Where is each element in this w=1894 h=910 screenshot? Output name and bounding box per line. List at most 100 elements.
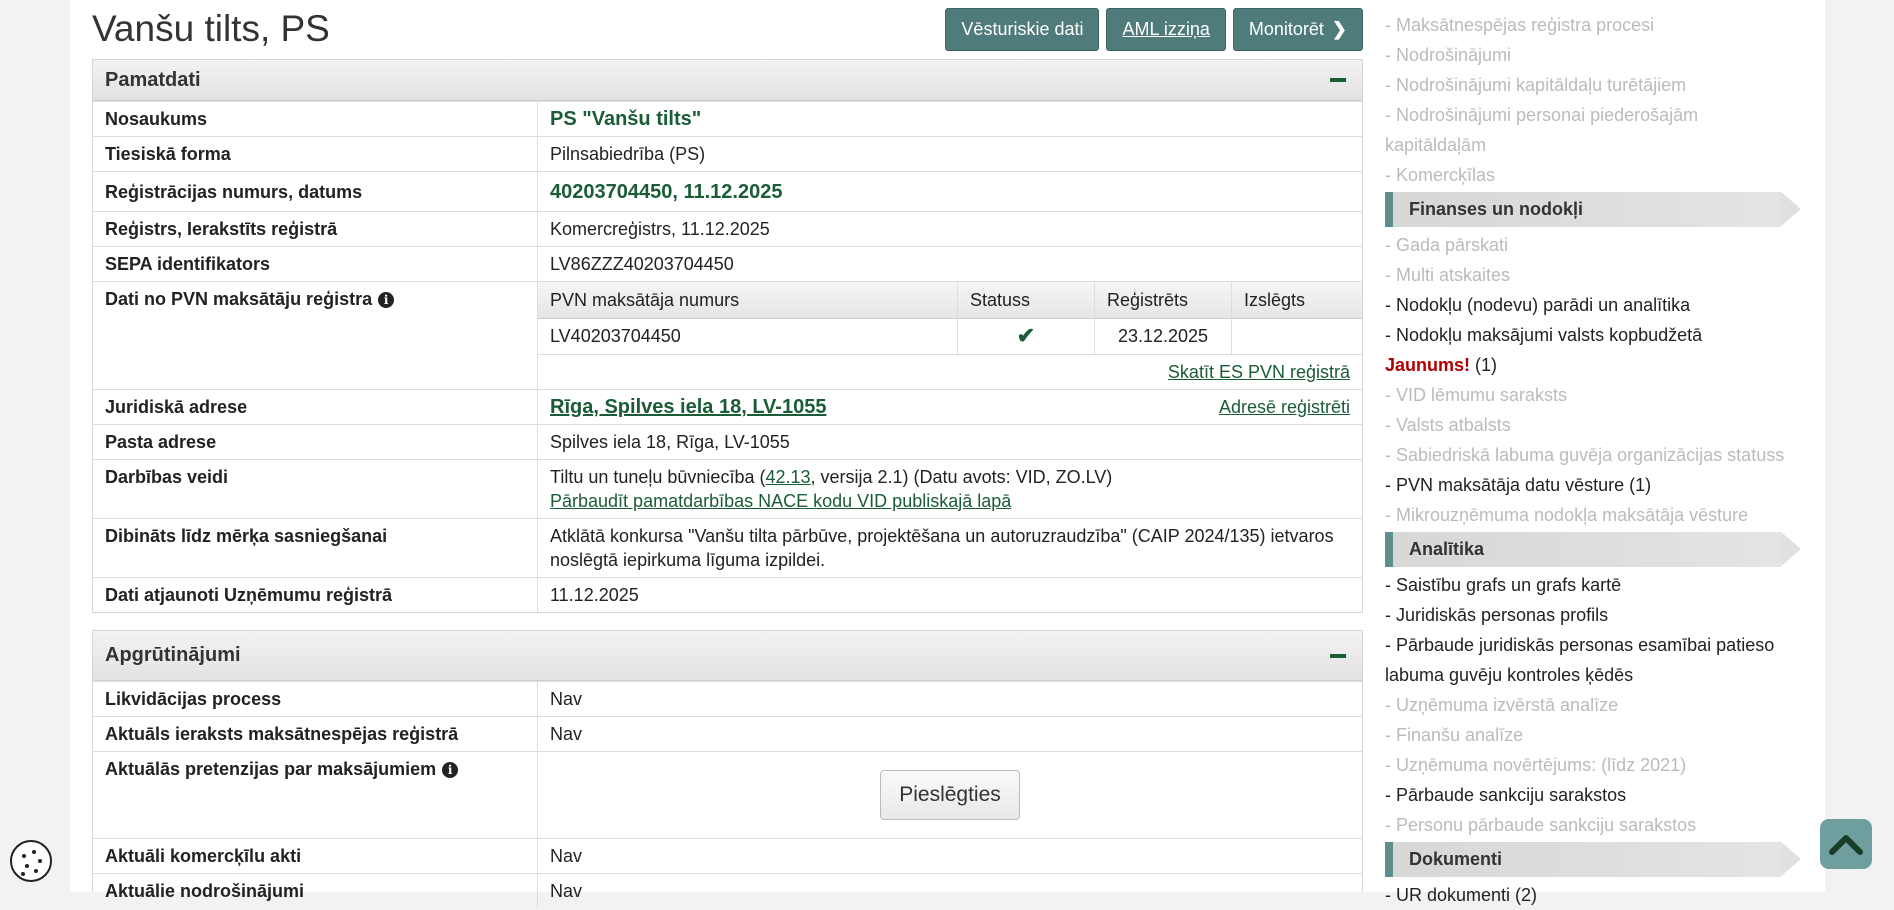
table-row: Dati atjaunoti Uzņēmumu reģistrā 11.12.2…	[93, 577, 1362, 612]
sidebar-item[interactable]: - Nodokļu maksājumi valsts kopbudžetā	[1385, 320, 1800, 350]
sidebar-item[interactable]: - Gada pārskati	[1385, 230, 1800, 260]
chevron-right-icon: ❯	[1331, 19, 1347, 39]
form-value: Pilnsabiedrība (PS)	[537, 136, 1362, 172]
vat-col-number: PVN maksātāja numurs	[538, 282, 958, 319]
eu-vat-link[interactable]: Skatīt ES PVN reģistrā	[1168, 362, 1350, 382]
sidebar-item[interactable]: - Nodrošinājumi kapitāldaļu turētājiem	[1385, 70, 1800, 100]
reg-value: 40203704450, 11.12.2025	[550, 181, 783, 203]
sidebar-item[interactable]: - Juridiskās personas profils	[1385, 600, 1800, 630]
new-count: (1)	[1475, 355, 1498, 375]
collapse-icon[interactable]	[1330, 78, 1346, 82]
activity-label: Darbības veidi	[93, 459, 538, 519]
vat-col-status: Statuss	[957, 282, 1095, 319]
collapse-icon[interactable]	[1330, 653, 1346, 658]
vat-label: Dati no PVN maksātāju reģistra	[105, 289, 373, 309]
vat-col-excluded: Izslēgts	[1231, 282, 1362, 319]
table-row: Reģistrs, Ierakstīts reģistrā Komercreģi…	[93, 211, 1362, 247]
top-buttons: Vēsturiskie dati AML izziņa Monitorēt ❯	[945, 8, 1363, 51]
table-row: Aktuāls ieraksts maksātnespējas reģistrā…	[93, 716, 1362, 752]
table-row: Dibināts līdz mērķa sasniegšanai Atklātā…	[93, 518, 1362, 578]
sidebar-item[interactable]: - Pārbaude sankciju sarakstos	[1385, 780, 1800, 810]
sepa-value: LV86ZZZ40203704450	[537, 246, 1362, 282]
connect-button[interactable]: Pieslēgties	[880, 770, 1020, 820]
purpose-label: Dibināts līdz mērķa sasniegšanai	[93, 518, 538, 578]
aml-button[interactable]: AML izziņa	[1106, 8, 1226, 51]
pamatdati-header[interactable]: Pamatdati	[93, 60, 1362, 101]
sidebar-item[interactable]: - Nodrošinājumi personai piederošajām ka…	[1385, 100, 1800, 160]
pamatdati-heading: Pamatdati	[105, 68, 201, 91]
sidebar-item[interactable]: - Personu pārbaude sankciju sarakstos	[1385, 810, 1800, 840]
table-row: Juridiskā adrese Rīga, Spilves iela 18, …	[93, 389, 1362, 425]
table-row: Reģistrācijas numurs, datums 40203704450…	[93, 171, 1362, 212]
postal-value: Spilves iela 18, Rīga, LV-1055	[537, 424, 1362, 460]
activity-text-post: , versija 2.1) (Datu avots: VID, ZO.LV)	[810, 467, 1113, 487]
pamatdati-panel: Pamatdati Nosaukums PS "Vanšu tilts" Tie…	[92, 59, 1363, 613]
updated-value: 11.12.2025	[537, 577, 1362, 612]
cookie-settings-icon[interactable]	[10, 840, 52, 882]
reg-label: Reģistrācijas numurs, datums	[93, 171, 538, 212]
registry-value: Komercreģistrs, 11.12.2025	[537, 211, 1362, 247]
encumbrances-heading: Apgrūtinājumi	[105, 644, 241, 666]
table-row: Pasta adrese Spilves iela 18, Rīga, LV-1…	[93, 424, 1362, 460]
info-icon[interactable]: i	[378, 292, 395, 308]
table-row: SEPA identifikators LV86ZZZ40203704450	[93, 246, 1362, 282]
sidebar-item[interactable]: - Multi atskaites	[1385, 260, 1800, 290]
main-content: Vanšu tilts, PS Vēsturiskie dati AML izz…	[92, 0, 1363, 908]
analytics-heading: Analītika	[1385, 532, 1801, 567]
sidebar-item[interactable]: - Uzņēmuma izvērstā analīze	[1385, 690, 1800, 720]
insolv-value: Nav	[537, 716, 1362, 752]
sidebar-item[interactable]: - Sabiedriskā labuma guvēja organizācija…	[1385, 440, 1800, 470]
vat-row: LV40203704450 ✔ 23.12.2025	[538, 318, 1362, 355]
secur-value: Nav	[537, 873, 1362, 908]
encumbrances-header[interactable]: Apgrūtinājumi	[93, 631, 1362, 681]
sidebar-item[interactable]: - Mikrouzņēmuma nodokļa maksātāja vēstur…	[1385, 500, 1800, 530]
pledge-label: Aktuāli komercķīlu akti	[93, 838, 538, 874]
finance-heading: Finanses un nodokļi	[1385, 192, 1801, 227]
liq-label: Likvidācijas process	[93, 681, 538, 717]
info-icon[interactable]: i	[442, 762, 459, 778]
sidebar-item[interactable]: - Finanšu analīze	[1385, 720, 1800, 750]
address-registered-link[interactable]: Adresē reģistrēti	[1219, 395, 1350, 419]
registry-label: Reģistrs, Ierakstīts reģistrā	[93, 211, 538, 247]
encumbrances-panel: Apgrūtinājumi Likvidācijas process Nav A…	[92, 630, 1363, 908]
table-row: Likvidācijas process Nav	[93, 681, 1362, 717]
activity-text: Tiltu un tuneļu būvniecība (	[550, 467, 766, 487]
history-button[interactable]: Vēsturiskie dati	[945, 8, 1100, 51]
docs-heading: Dokumenti	[1385, 842, 1801, 877]
sidebar-item[interactable]: - Komercķīlas	[1385, 160, 1800, 190]
sidebar-item[interactable]: - Uzņēmuma novērtējums: (līdz 2021)	[1385, 750, 1800, 780]
address-link[interactable]: Rīga, Spilves iela 18, LV-1055	[550, 396, 826, 418]
sidebar-item[interactable]: - Maksātnespējas reģistra procesi	[1385, 10, 1800, 40]
postal-label: Pasta adrese	[93, 424, 538, 460]
sidebar-item[interactable]: - VID lēmumu saraksts	[1385, 380, 1800, 410]
sidebar-item[interactable]: - UR dokumenti (2)	[1385, 880, 1800, 910]
chevron-up-icon	[1829, 835, 1863, 855]
scroll-to-top-button[interactable]	[1820, 819, 1872, 869]
table-row: Tiesiskā forma Pilnsabiedrība (PS)	[93, 136, 1362, 172]
sidebar-item[interactable]: - Nodokļu (nodevu) parādi un analītika	[1385, 290, 1800, 320]
monitor-button[interactable]: Monitorēt ❯	[1232, 8, 1363, 51]
nace-code-link[interactable]: 42.13	[765, 467, 810, 487]
sidebar-item[interactable]: - PVN maksātāja datu vēsture (1)	[1385, 470, 1800, 500]
sidebar-item-new[interactable]: Jaunums! (1)	[1385, 350, 1800, 380]
insolv-label: Aktuāls ieraksts maksātnespējas reģistrā	[93, 716, 538, 752]
monitor-button-label: Monitorēt	[1248, 19, 1324, 39]
sidebar-item[interactable]: - Pārbaude juridiskās personas esamībai …	[1385, 630, 1800, 690]
new-badge: Jaunums!	[1385, 355, 1471, 375]
sidebar-item[interactable]: - Saistību grafs un grafs kartē	[1385, 570, 1800, 600]
page-title: Vanšu tilts, PS	[92, 8, 330, 49]
aml-button-label: AML izziņa	[1122, 19, 1210, 39]
vat-excluded	[1231, 318, 1362, 355]
vat-table: PVN maksātāja numurs Statuss Reģistrēts …	[538, 282, 1362, 389]
sidebar-item[interactable]: - Nodrošinājumi	[1385, 40, 1800, 70]
table-row: Nosaukums PS "Vanšu tilts"	[93, 101, 1362, 137]
liq-value: Nav	[537, 681, 1362, 717]
pledge-value: Nav	[537, 838, 1362, 874]
nace-check-link[interactable]: Pārbaudīt pamatdarbības NACE kodu VID pu…	[550, 491, 1011, 511]
sepa-label: SEPA identifikators	[93, 246, 538, 282]
form-label: Tiesiskā forma	[93, 136, 538, 172]
secur-label: Aktuālie nodrošinājumi	[93, 873, 538, 908]
vat-col-registered: Reģistrēts	[1094, 282, 1232, 319]
sidebar-item[interactable]: - Valsts atbalsts	[1385, 410, 1800, 440]
table-row: Dati no PVN maksātāju reģistra i PVN maks…	[93, 281, 1362, 390]
